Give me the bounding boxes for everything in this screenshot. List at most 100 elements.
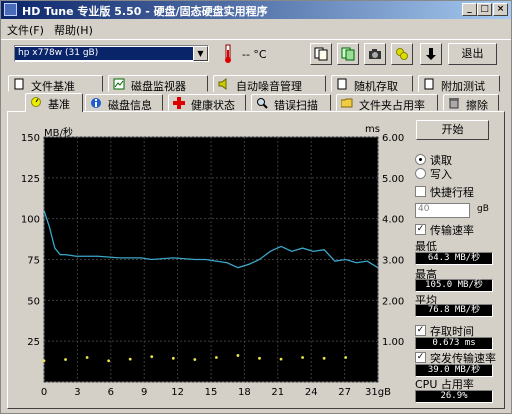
tab-folder-usage[interactable]: 文件夹占用率 xyxy=(336,94,438,112)
y-left-tick-label: 25 xyxy=(27,337,40,348)
y-right-tick-label: 1.00 xyxy=(382,337,404,348)
x-tick-label: 9 xyxy=(141,387,147,398)
y-left-tick-label: 150 xyxy=(21,133,40,144)
close-button[interactable]: × xyxy=(493,3,508,16)
access-time-point xyxy=(193,358,197,361)
document-icon xyxy=(14,78,24,90)
speaker-icon xyxy=(218,78,227,90)
app-icon xyxy=(4,3,17,16)
access-time-point xyxy=(322,356,326,360)
x-tick-label: 12 xyxy=(171,387,184,398)
access-time-point xyxy=(150,355,154,359)
access-time-point xyxy=(279,357,283,361)
screenshot-button[interactable] xyxy=(364,43,386,65)
gauge-icon xyxy=(31,97,41,107)
temperature-readout: -- °C xyxy=(242,48,267,61)
min-value: 64.3 MB/秒 xyxy=(415,252,493,265)
y-right-tick-label: 5.00 xyxy=(382,174,404,185)
x-tick-label: 15 xyxy=(205,387,218,398)
y-right-tick-label: 3.00 xyxy=(382,256,404,267)
access-time-point xyxy=(64,358,67,361)
x-tick-label: 6 xyxy=(108,387,114,398)
info-icon xyxy=(91,98,101,108)
y-left-tick-label: 125 xyxy=(21,174,40,185)
menu-help[interactable]: 帮助(H) xyxy=(54,22,93,38)
tab-disk-info[interactable]: 磁盘信息 xyxy=(85,94,163,112)
short-stroke-label: 快捷行程 xyxy=(430,186,474,199)
title-bar: HD Tune 专业版 5.50 - 硬盘/固态硬盘实用程序 _ □ × xyxy=(1,1,511,19)
exit-button[interactable]: 退出 xyxy=(448,43,497,65)
short-stroke-input[interactable]: 40 xyxy=(415,203,470,218)
toolbar: hp x778w (31 gB) ▼ -- °C 退出 xyxy=(1,39,511,67)
benchmark-panel: MB/秒 ms 150 125 100 75 50 25 6.00 5.00 4.00 3.00 2… xyxy=(7,111,505,409)
access-time-point xyxy=(214,356,218,359)
transfer-rate-checkbox[interactable]: ✓ xyxy=(415,224,426,235)
x-tick-label: 31gB xyxy=(365,387,391,398)
drive-select-value: hp x778w (31 gB) xyxy=(15,47,193,60)
transfer-rate-label: 传输速率 xyxy=(430,224,474,237)
write-radio[interactable] xyxy=(415,168,426,179)
x-tick-label: 21 xyxy=(271,387,284,398)
tab-health[interactable]: 健康状态 xyxy=(168,94,246,112)
tab-random-access[interactable]: 随机存取 xyxy=(331,75,413,93)
options-icon xyxy=(396,48,408,60)
thermometer-icon xyxy=(225,44,231,63)
menu-bar: 文件(F) 帮助(H) xyxy=(1,20,511,38)
menu-file[interactable]: 文件(F) xyxy=(7,22,44,38)
tab-erase[interactable]: 擦除 xyxy=(443,94,499,112)
access-time-point xyxy=(258,356,261,360)
copy-all-icon xyxy=(341,47,355,61)
drive-select[interactable]: hp x778w (31 gB) ▼ xyxy=(14,45,209,62)
avg-value: 76.8 MB/秒 xyxy=(415,304,493,317)
copy-icon xyxy=(314,47,328,61)
x-tick-label: 3 xyxy=(74,387,80,398)
y-left-tick-label: 75 xyxy=(27,256,40,267)
chevron-down-icon[interactable]: ▼ xyxy=(193,46,208,61)
document-icon xyxy=(337,78,347,90)
tab-noise-management[interactable]: 自动噪音管理 xyxy=(213,75,326,93)
magnifier-icon xyxy=(257,98,268,109)
access-time-point xyxy=(344,356,348,359)
access-time-point xyxy=(301,356,304,359)
write-label: 写入 xyxy=(430,168,452,181)
window-title: HD Tune 专业版 5.50 - 硬盘/固态硬盘实用程序 xyxy=(22,5,268,18)
y-right-tick-label: 2.00 xyxy=(382,296,404,307)
x-tick-label: 27 xyxy=(338,387,351,398)
y-right-tick-label: 6.00 xyxy=(382,133,404,144)
app-window: HD Tune 专业版 5.50 - 硬盘/固态硬盘实用程序 _ □ × 文件(… xyxy=(0,0,512,414)
y-left-tick-label: 50 xyxy=(27,296,40,307)
y-left-tick-label: 100 xyxy=(21,215,40,226)
red-cross-icon xyxy=(173,97,185,109)
access-time-checkbox[interactable]: ✓ xyxy=(415,325,426,336)
minimize-button[interactable]: _ xyxy=(462,3,477,16)
short-stroke-checkbox[interactable] xyxy=(415,186,426,197)
copy-button[interactable] xyxy=(310,43,332,65)
camera-icon xyxy=(369,49,381,59)
access-time-point xyxy=(171,356,175,360)
tab-file-benchmark[interactable]: 文件基准 xyxy=(8,75,103,93)
cpu-usage-value: 26.9% xyxy=(415,390,493,403)
benchmark-chart: 150 125 100 75 50 25 6.00 5.00 4.00 3.00 2.00 1.00 0… xyxy=(21,133,404,398)
start-button[interactable]: 开始 xyxy=(416,120,489,140)
access-time-point xyxy=(128,357,132,361)
document-icon xyxy=(424,78,434,90)
access-time-point xyxy=(42,359,46,363)
access-time-point xyxy=(107,359,111,363)
read-radio[interactable] xyxy=(415,154,426,165)
copy-all-button[interactable] xyxy=(337,43,359,65)
x-tick-label: 0 xyxy=(41,387,47,398)
tab-error-scan[interactable]: 错误扫描 xyxy=(251,94,331,112)
options-button[interactable] xyxy=(391,43,413,65)
tab-benchmark[interactable]: 基准 xyxy=(25,93,83,112)
access-time-point xyxy=(85,356,89,359)
tab-disk-monitor[interactable]: 磁盘监视器 xyxy=(108,75,208,93)
maximize-button[interactable]: □ xyxy=(477,3,492,16)
access-time-point xyxy=(236,354,240,357)
folder-icon xyxy=(341,98,353,108)
tab-extra-tests[interactable]: 附加测试 xyxy=(418,75,500,93)
access-time-value: 0.673 ms xyxy=(415,337,493,350)
save-button[interactable] xyxy=(420,43,442,65)
y-right-tick-label: 4.00 xyxy=(382,215,404,226)
burst-rate-checkbox[interactable]: ✓ xyxy=(415,352,426,363)
short-stroke-unit: gB xyxy=(477,204,489,214)
